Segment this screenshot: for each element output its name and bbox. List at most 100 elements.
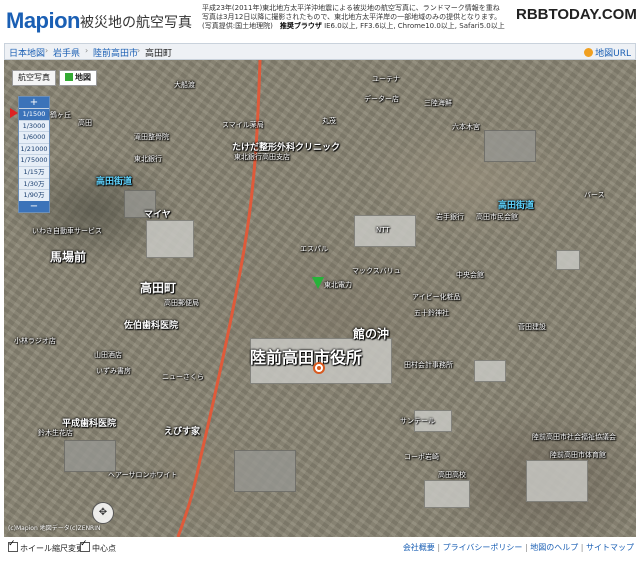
page-header: Mapion 被災地の航空写真 平成23年(2011年)東北地方太平洋沖地震によ…: [0, 0, 640, 40]
zoom-level-3000[interactable]: 1/3000: [19, 119, 49, 132]
building: [484, 130, 536, 162]
label-tohoku-electric[interactable]: 東北電力: [324, 280, 352, 290]
watermark: RBBTODAY.COM: [516, 6, 637, 23]
map-url-icon: [584, 48, 594, 57]
notice-line-1: 平成23年(2011年)東北地方太平洋沖地震による被災地の航空写真に、ランドマー…: [202, 4, 500, 12]
breadcrumb-iwate[interactable]: 岩手県: [53, 46, 80, 59]
label-iwate-bank[interactable]: 岩手銀行: [436, 212, 464, 222]
label-hair-salon[interactable]: ヘアーサロンホワイト: [108, 470, 177, 480]
label-tachinooki: 館の沖: [353, 327, 390, 341]
photo-credit: (写真提供:国土地理院): [202, 22, 273, 30]
label-takada-street-east: 高田街道: [498, 201, 535, 211]
checkbox-checked-icon[interactable]: [80, 539, 90, 552]
compass-icon[interactable]: ✥: [92, 502, 114, 524]
building: [474, 360, 506, 382]
zoom-position-marker: [10, 108, 18, 118]
footer-links: 会社概要プライバシーポリシー地図のヘルプサイトマップ: [403, 542, 634, 553]
label-ofunato: 大船渡: [174, 81, 195, 89]
page-subtitle: 被災地の航空写真: [80, 15, 192, 31]
label-sasaki-dental[interactable]: 佐伯歯科医院: [124, 318, 178, 331]
label-chuo-kaikan[interactable]: 中央会館: [456, 270, 484, 280]
label-takada-street-west: 高田街道: [96, 177, 133, 187]
label-iwaki-auto[interactable]: いわき自動車サービス: [32, 226, 102, 236]
zoom-level-21000[interactable]: 1/21000: [19, 142, 49, 155]
label-rokuhara[interactable]: 六本木宮: [452, 122, 480, 132]
label-tohoku-bank-branch[interactable]: 東北銀行高田支店: [234, 152, 290, 162]
notice-line-3: (写真提供:国土地理院) 推奨ブラウザ IE6.0以上, FF3.6以上, Ch…: [202, 22, 552, 31]
label-data-store[interactable]: データー店: [364, 94, 399, 104]
label-marumo[interactable]: 丸茂: [322, 116, 336, 126]
aerial-map[interactable]: 航空写真 地図 + 1/1500 1/3000 1/6000 1/21000 1…: [4, 60, 636, 537]
label-ebisuya[interactable]: えびす家: [164, 424, 200, 437]
zoom-in-button[interactable]: +: [19, 97, 49, 108]
map-button-label: 地図: [75, 73, 91, 82]
label-ivy-cosmetics[interactable]: アイビー化粧品: [412, 292, 461, 302]
label-maxvalu[interactable]: マックスバリュ: [352, 266, 401, 276]
breadcrumb-separator: ›: [137, 46, 141, 55]
breadcrumb-separator: ›: [85, 46, 89, 55]
map-url-link[interactable]: 地図URL: [584, 46, 631, 59]
link-help[interactable]: 地図のヘルプ: [522, 543, 578, 552]
label-takata-town: 高田町: [140, 281, 177, 295]
label-smile-pharmacy[interactable]: スマイル薬局: [222, 120, 264, 130]
zoom-level-75000[interactable]: 1/75000: [19, 154, 49, 166]
label-yamada-sake[interactable]: 山田酒店: [94, 350, 122, 360]
page-footer: ホイール縮尺変更 中心点 会社概要プライバシーポリシー地図のヘルプサイトマップ: [4, 537, 636, 555]
zoom-out-button[interactable]: −: [19, 200, 49, 212]
location-pin-icon[interactable]: [312, 277, 324, 289]
label-yutena[interactable]: ユーテナ: [372, 74, 400, 84]
label-bath[interactable]: バース: [584, 190, 605, 200]
building: [234, 450, 296, 492]
notice-line-2: 写真は3月12日以降に撮影されたもので、東北地方太平洋岸の一部地域のみの提供とな…: [202, 13, 502, 21]
building: [556, 250, 580, 270]
breadcrumb-rikuzentakata[interactable]: 陸前高田市: [93, 46, 138, 59]
mapion-logo[interactable]: Mapion: [6, 8, 81, 34]
wheel-zoom-label: ホイール縮尺変更: [20, 544, 84, 553]
center-mark-option[interactable]: 中心点: [80, 539, 116, 554]
label-babamae: 馬場前: [50, 250, 87, 264]
label-takata-hs[interactable]: 高田高校: [438, 470, 466, 480]
wheel-zoom-option[interactable]: ホイール縮尺変更: [8, 539, 84, 554]
label-izumi-shobo[interactable]: いずみ書房: [96, 366, 131, 376]
label-ntt[interactable]: NTT: [376, 226, 390, 234]
label-civic-hall[interactable]: 高田市民会館: [476, 212, 518, 222]
notice-text: 平成23年(2011年)東北地方太平洋沖地震による被災地の航空写真に、ランドマー…: [202, 4, 552, 31]
label-tamura-accounting[interactable]: 田村会計事務所: [404, 360, 453, 370]
building: [146, 220, 194, 258]
breadcrumb-separator: ›: [45, 46, 49, 55]
link-company[interactable]: 会社概要: [403, 543, 435, 552]
link-sitemap[interactable]: サイトマップ: [578, 543, 634, 552]
breadcrumb-japan[interactable]: 日本地図: [9, 46, 45, 59]
label-sugata-construction[interactable]: 菅田建設: [518, 322, 546, 332]
zoom-level-6000[interactable]: 1/6000: [19, 131, 49, 143]
zoom-level-15man[interactable]: 1/15万: [19, 165, 49, 178]
label-suzuki-florist[interactable]: 鈴木生花店: [38, 428, 73, 438]
link-privacy[interactable]: プライバシーポリシー: [435, 543, 523, 552]
label-takita-clinic[interactable]: 滝田整骨院: [134, 132, 169, 142]
checkbox-checked-icon[interactable]: [8, 539, 18, 552]
label-isuzu-shrine[interactable]: 五十鈴神社: [414, 308, 449, 318]
zoom-level-1500[interactable]: 1/1500: [19, 108, 49, 120]
zoom-level-30man[interactable]: 1/30万: [19, 177, 49, 190]
label-mayaya[interactable]: マイヤ: [144, 207, 171, 220]
label-city-hall[interactable]: 陸前高田市役所: [250, 344, 362, 368]
label-takata-post[interactable]: 高田郵便局: [164, 298, 199, 308]
map-url-label: 地図URL: [595, 49, 631, 59]
label-sanriku-kaisen[interactable]: 三陸海鮮: [424, 98, 452, 108]
aerial-photo-button[interactable]: 航空写真: [12, 70, 56, 86]
map-button[interactable]: 地図: [59, 70, 97, 86]
building: [64, 440, 116, 472]
label-takata-small: 高田: [78, 119, 92, 127]
zoom-control: + 1/1500 1/3000 1/6000 1/21000 1/75000 1…: [18, 96, 50, 213]
zoom-level-90man[interactable]: 1/90万: [19, 189, 49, 201]
label-social-welfare[interactable]: 陸前高田市社会福祉協議会: [532, 432, 616, 442]
building: [526, 460, 588, 502]
label-new-sakura[interactable]: ニューさくら: [162, 372, 204, 382]
label-kobayashi-radio[interactable]: 小林ラジオ店: [14, 336, 56, 346]
center-mark-label: 中心点: [92, 544, 116, 553]
label-gymnasium[interactable]: 陸前高田市体育館: [550, 450, 606, 460]
label-santeru[interactable]: サンテール: [400, 416, 435, 426]
label-tohoku-bank[interactable]: 東北銀行: [134, 154, 162, 164]
label-espal[interactable]: エスパル: [300, 244, 328, 254]
label-corpo-iwasaki[interactable]: コーポ岩崎: [404, 452, 439, 462]
